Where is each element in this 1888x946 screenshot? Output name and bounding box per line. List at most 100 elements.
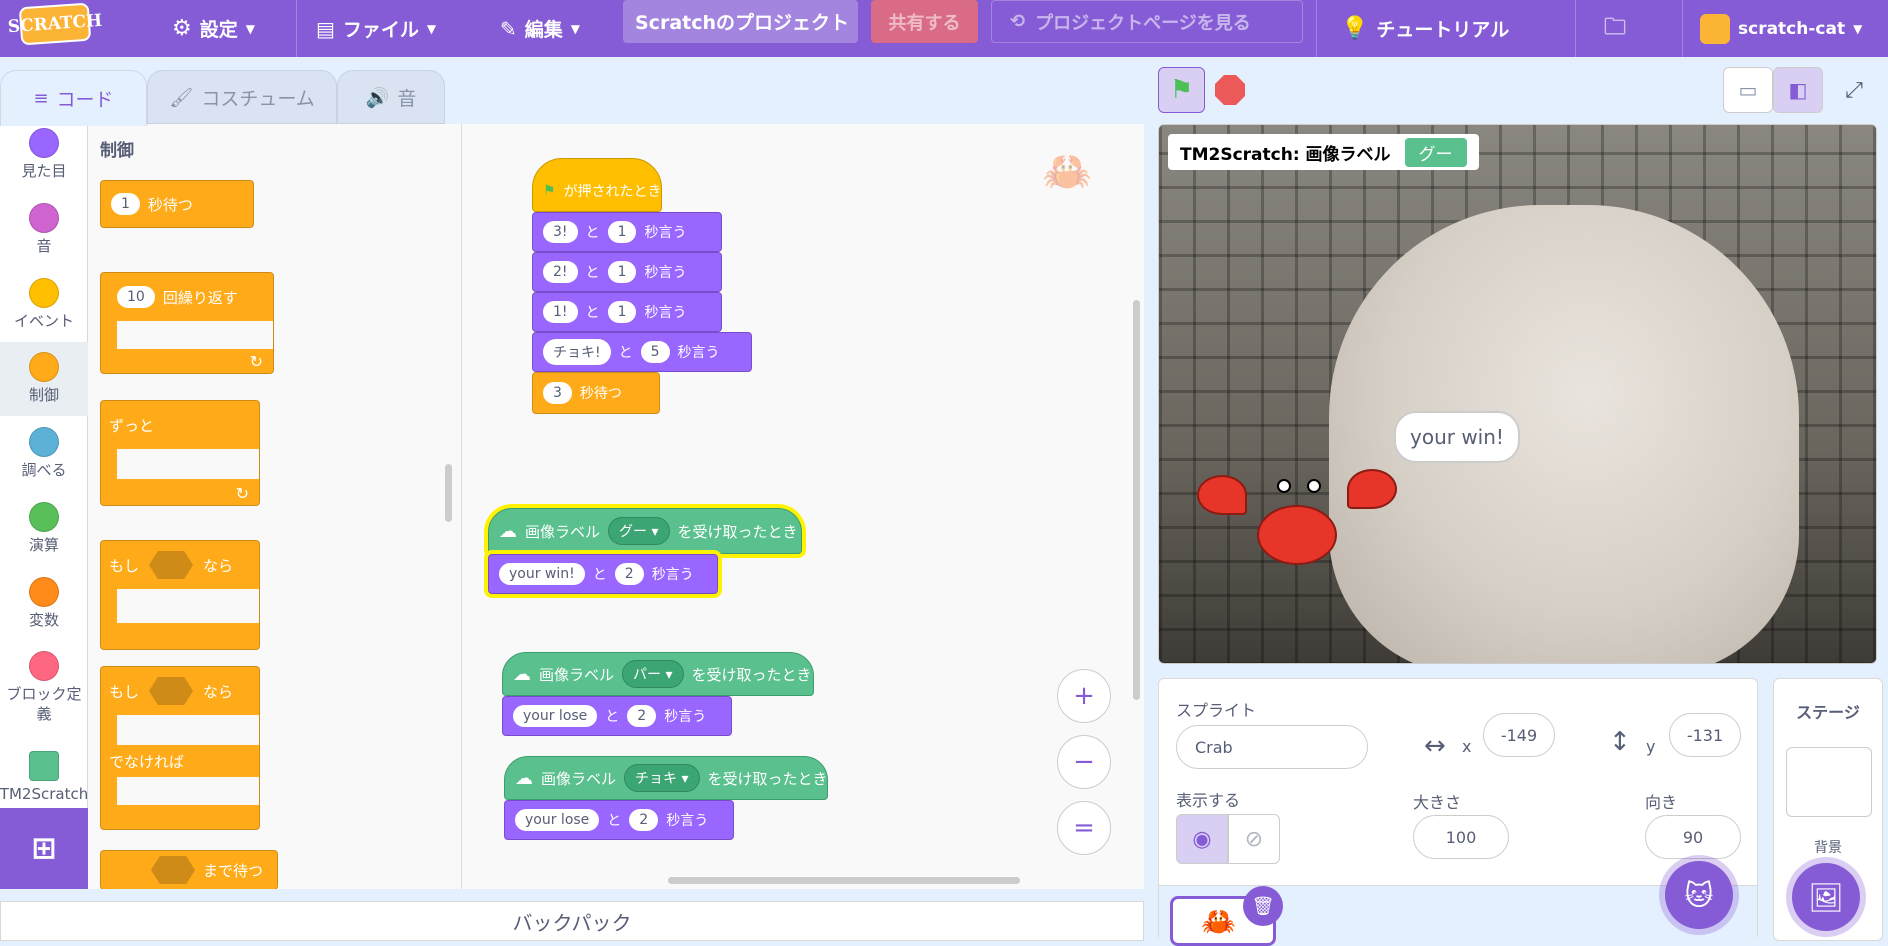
large-stage-icon: ◧ xyxy=(1788,78,1808,102)
say-text-input[interactable]: チョキ! xyxy=(543,339,611,365)
say-text-input[interactable]: 1! xyxy=(543,301,578,323)
project-title-input[interactable]: Scratchのプロジェクト xyxy=(623,0,858,43)
fullscreen-button[interactable]: ⤢ xyxy=(1829,67,1879,113)
category-operators[interactable]: 演算 xyxy=(0,502,88,556)
stop-button[interactable] xyxy=(1213,67,1247,113)
category-sensing-label: 調べる xyxy=(21,461,67,479)
condition-slot[interactable] xyxy=(149,677,194,705)
account-menu[interactable]: scratch-cat ▼ xyxy=(1700,0,1862,57)
green-flag-button[interactable]: ⚑ xyxy=(1158,67,1205,113)
large-stage-button[interactable]: ◧ xyxy=(1773,67,1823,113)
say-and-label: と xyxy=(585,265,600,281)
zoom-out-button[interactable]: − xyxy=(1057,735,1111,789)
say-secs-input[interactable]: 2 xyxy=(614,563,644,585)
image-label-dropdown[interactable]: チョキ ▾ xyxy=(624,764,700,792)
direction-input[interactable]: 90 xyxy=(1645,815,1741,859)
say-text-input[interactable]: 3! xyxy=(543,221,578,243)
zoom-reset-button[interactable]: = xyxy=(1057,801,1111,855)
sprite-info-pane: スプライト Crab ↔ x -149 ↕ y -131 表示する ◉ ⊘ 大き… xyxy=(1158,678,1758,946)
repeat-input[interactable]: 10 xyxy=(117,286,155,308)
add-backdrop-button[interactable]: 🖼 xyxy=(1792,863,1860,931)
say-text-input[interactable]: your win! xyxy=(499,563,585,585)
crab-sprite[interactable] xyxy=(1197,469,1397,595)
share-button[interactable]: 共有する xyxy=(871,0,978,43)
say-secs-input[interactable]: 1 xyxy=(607,301,637,323)
when-flag-clicked-hat[interactable]: ⚑ が押されたとき xyxy=(532,158,662,212)
say-for-secs-block[interactable]: 1! と 1 秒言う xyxy=(532,292,722,332)
file-menu[interactable]: ▤ ファイル ▼ xyxy=(316,0,436,57)
green-flag-icon: ⚑ xyxy=(543,183,556,199)
script-horizontal-scrollbar[interactable] xyxy=(668,877,1020,884)
say-secs-input[interactable]: 5 xyxy=(640,341,670,363)
image-label-dropdown[interactable]: グー ▾ xyxy=(608,517,670,545)
wait-until-block[interactable]: まで待つ xyxy=(100,850,278,889)
scratch-logo[interactable]: SCRATCH xyxy=(7,2,103,46)
hide-sprite-button[interactable]: ⊘ xyxy=(1228,814,1280,864)
script-vertical-scrollbar[interactable] xyxy=(1133,300,1140,700)
delete-sprite-button[interactable]: 🗑 xyxy=(1243,886,1283,926)
say-text-input[interactable]: your lose xyxy=(515,809,600,831)
size-input[interactable]: 100 xyxy=(1413,815,1509,859)
sprite-name-input[interactable]: Crab xyxy=(1176,725,1368,769)
say-text-input[interactable]: your lose xyxy=(513,705,598,727)
condition-slot[interactable] xyxy=(149,551,194,579)
my-stuff-button[interactable]: 🗀 xyxy=(1604,0,1626,57)
category-my-blocks[interactable]: ブロック定義 xyxy=(0,651,88,724)
stage-thumbnail[interactable] xyxy=(1786,747,1872,817)
backpack[interactable]: バックパック xyxy=(0,901,1144,941)
category-looks[interactable]: 見た目 xyxy=(0,128,88,182)
forever-block[interactable]: ずっと ↻ xyxy=(100,400,260,506)
category-looks-label: 見た目 xyxy=(21,162,67,180)
wait-input[interactable]: 1 xyxy=(111,193,140,215)
add-extension-button[interactable]: ⊞ xyxy=(0,808,88,889)
speech-bubble: your win! xyxy=(1394,411,1520,463)
category-tm2scratch[interactable]: TM2Scratch xyxy=(0,751,88,805)
add-sprite-button[interactable]: 🐱 xyxy=(1665,861,1733,929)
when-image-label-received-hat[interactable]: ☁ 画像ラベル チョキ ▾ を受け取ったとき xyxy=(504,756,828,800)
palette-scrollbar[interactable] xyxy=(445,464,452,522)
speaker-icon: 🔊 xyxy=(365,86,390,109)
script-area[interactable]: 🦀 ⚑ が押されたとき 3! と 1 秒言う 2! と 1 秒言う 1! と 1 秒言う チョキ!… xyxy=(462,124,1144,889)
when-image-label-received-hat[interactable]: ☁ 画像ラベル グー ▾ を受け取ったとき xyxy=(488,508,802,554)
category-sensing[interactable]: 調べる xyxy=(0,427,88,481)
stage[interactable]: TM2Scratch: 画像ラベル グー your win! xyxy=(1158,124,1877,664)
say-for-secs-block[interactable]: your lose と 2 秒言う xyxy=(504,800,734,840)
tab-costumes[interactable]: 🖌 コスチューム xyxy=(147,70,337,124)
category-variables-label: 変数 xyxy=(28,611,59,629)
repeat-block[interactable]: 10 回繰り返す ↻ xyxy=(100,272,274,374)
say-for-secs-block[interactable]: 2! と 1 秒言う xyxy=(532,252,722,292)
settings-menu[interactable]: ⚙ 設定 ▼ xyxy=(172,0,255,57)
when-image-label-received-hat[interactable]: ☁ 画像ラベル パー ▾ を受け取ったとき xyxy=(502,652,814,696)
say-secs-input[interactable]: 1 xyxy=(607,221,637,243)
say-secs-input[interactable]: 2 xyxy=(629,809,659,831)
category-control[interactable]: 制御 xyxy=(0,342,88,416)
category-variables[interactable]: 変数 xyxy=(0,577,88,631)
edit-menu[interactable]: ✎ 編集 ▼ xyxy=(500,0,580,57)
zoom-in-button[interactable]: + xyxy=(1057,669,1111,723)
tab-sounds[interactable]: 🔊 音 xyxy=(337,70,445,124)
wait-input[interactable]: 3 xyxy=(543,382,572,404)
say-secs-input[interactable]: 2 xyxy=(627,705,657,727)
image-label-dropdown[interactable]: パー ▾ xyxy=(622,660,684,688)
wait-block[interactable]: 3 秒待つ xyxy=(532,372,660,414)
category-sound[interactable]: 音 xyxy=(0,203,88,257)
stage-selector[interactable]: ステージ 背景 🖼 xyxy=(1773,678,1883,941)
see-project-page-button[interactable]: ⟲ プロジェクトページを見る xyxy=(991,0,1303,43)
small-stage-button[interactable]: ▭ xyxy=(1723,67,1773,113)
show-sprite-button[interactable]: ◉ xyxy=(1176,814,1228,864)
condition-slot[interactable] xyxy=(151,856,195,884)
say-secs-input[interactable]: 1 xyxy=(607,261,637,283)
say-text-input[interactable]: 2! xyxy=(543,261,578,283)
if-else-block[interactable]: もし なら でなければ xyxy=(100,666,260,830)
wait-block[interactable]: 1 秒待つ xyxy=(100,180,254,228)
y-input[interactable]: -131 xyxy=(1669,713,1741,757)
say-for-secs-block[interactable]: your win! と 2 秒言う xyxy=(488,554,718,594)
say-for-secs-block[interactable]: your lose と 2 秒言う xyxy=(502,696,732,736)
say-for-secs-block[interactable]: チョキ! と 5 秒言う xyxy=(532,332,752,372)
category-events[interactable]: イベント xyxy=(0,278,88,332)
if-block[interactable]: もし なら xyxy=(100,540,260,650)
tutorials-button[interactable]: 💡 チュートリアル xyxy=(1341,0,1509,57)
say-for-secs-block[interactable]: 3! と 1 秒言う xyxy=(532,212,722,252)
x-input[interactable]: -149 xyxy=(1483,713,1555,757)
tab-code[interactable]: ≡ コード xyxy=(0,70,147,126)
